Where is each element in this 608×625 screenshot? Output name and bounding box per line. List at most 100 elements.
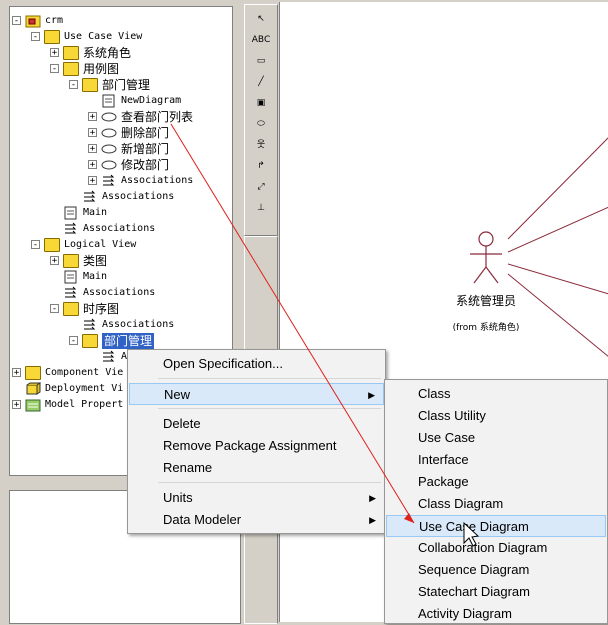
- tree-node[interactable]: Associations: [10, 189, 230, 205]
- association-line-1[interactable]: [507, 137, 608, 240]
- tree-node[interactable]: - Use Case View: [10, 29, 230, 45]
- tree-node[interactable]: Associations: [10, 285, 230, 301]
- tree-node-label[interactable]: Associations: [102, 317, 174, 333]
- menu-item[interactable]: Rename: [129, 457, 384, 479]
- use-case-tool[interactable]: ⬭: [250, 114, 272, 134]
- collapse-toggle[interactable]: -: [12, 16, 21, 26]
- tree-node[interactable]: Main: [10, 205, 230, 221]
- tree-node-label[interactable]: Associations: [102, 189, 174, 205]
- dependency-tool[interactable]: ⤢: [250, 177, 272, 197]
- tree-node[interactable]: + Associations: [10, 173, 230, 189]
- actor-icon[interactable]: [470, 231, 502, 284]
- menu-item[interactable]: Units ▶: [129, 487, 384, 509]
- tree-node-label[interactable]: 部门管理: [102, 333, 155, 349]
- tree-node-label[interactable]: 查看部门列表: [121, 109, 193, 125]
- actor-name-label[interactable]: 系统管理员: [444, 292, 528, 309]
- menu-item[interactable]: Statechart Diagram: [386, 581, 606, 603]
- collapse-toggle[interactable]: -: [31, 32, 40, 42]
- note-tool[interactable]: ▭: [250, 51, 272, 71]
- expand-toggle[interactable]: +: [50, 256, 59, 266]
- tree-node-label[interactable]: 系统角色: [83, 45, 131, 61]
- tree-node-label[interactable]: 时序图: [83, 301, 119, 317]
- tree-node-label[interactable]: 删除部门: [121, 125, 169, 141]
- menu-item[interactable]: Use Case Diagram: [386, 515, 606, 537]
- generalization-tool[interactable]: ⊥: [250, 198, 272, 218]
- menu-item[interactable]: Delete: [129, 413, 384, 435]
- tree-node-label[interactable]: Logical View: [64, 237, 136, 253]
- tree-node-label[interactable]: 部门管理: [102, 77, 150, 93]
- menu-item[interactable]: Open Specification...: [129, 353, 384, 375]
- actor-tool[interactable]: 웃: [250, 135, 272, 155]
- tree-node[interactable]: + 查看部门列表: [10, 109, 230, 125]
- menu-item[interactable]: Interface: [386, 449, 606, 471]
- tree-node-label[interactable]: 新增部门: [121, 141, 169, 157]
- expand-toggle[interactable]: +: [88, 112, 97, 122]
- tree-node[interactable]: NewDiagram: [10, 93, 230, 109]
- expand-toggle[interactable]: +: [88, 176, 97, 186]
- menu-item[interactable]: Collaboration Diagram: [386, 537, 606, 559]
- association-tool[interactable]: ↱: [250, 156, 272, 176]
- menu-item[interactable]: Data Modeler ▶: [129, 509, 384, 531]
- tree-node[interactable]: Main: [10, 269, 230, 285]
- tree-node-label[interactable]: Associations: [121, 173, 193, 189]
- expand-toggle[interactable]: +: [88, 128, 97, 138]
- tree-node-label[interactable]: Use Case View: [64, 29, 142, 45]
- menu-item[interactable]: Class Diagram: [386, 493, 606, 515]
- tree-node[interactable]: + 修改部门: [10, 157, 230, 173]
- tree-node[interactable]: - 时序图: [10, 301, 230, 317]
- menu-item-label: Activity Diagram: [418, 606, 512, 621]
- tree-node-label[interactable]: 类图: [83, 253, 107, 269]
- menu-item[interactable]: Use Case: [386, 427, 606, 449]
- menu-item[interactable]: Remove Package Assignment: [129, 435, 384, 457]
- associations-icon: [63, 222, 79, 236]
- menu-item[interactable]: Sequence Diagram: [386, 559, 606, 581]
- association-line-4[interactable]: [507, 273, 608, 357]
- menu-item[interactable]: Package: [386, 471, 606, 493]
- tree-node-label[interactable]: Model Propert: [45, 397, 123, 413]
- model-properties-icon: [25, 398, 41, 412]
- menu-item[interactable]: Class: [386, 383, 606, 405]
- tree-node-label[interactable]: Associations: [83, 285, 155, 301]
- tree-node-label[interactable]: Deployment Vi: [45, 381, 123, 397]
- anchor-note-tool[interactable]: ╱: [250, 72, 272, 92]
- expand-toggle[interactable]: +: [12, 400, 21, 410]
- collapse-toggle[interactable]: -: [69, 336, 78, 346]
- collapse-toggle[interactable]: -: [31, 240, 40, 250]
- tree-node[interactable]: - 用例图: [10, 61, 230, 77]
- tree-node-label[interactable]: NewDiagram: [121, 93, 181, 109]
- menu-item[interactable]: New ▶: [129, 383, 384, 405]
- expand-toggle[interactable]: +: [12, 368, 21, 378]
- tree-node[interactable]: + 新增部门: [10, 141, 230, 157]
- expand-toggle[interactable]: +: [88, 160, 97, 170]
- tree-node-label[interactable]: 用例图: [83, 61, 119, 77]
- tree-node-label[interactable]: Component Vie: [45, 365, 123, 381]
- expand-toggle[interactable]: +: [88, 144, 97, 154]
- collapse-toggle[interactable]: -: [69, 80, 78, 90]
- menu-item[interactable]: Class Utility: [386, 405, 606, 427]
- tree-node[interactable]: - 部门管理: [10, 77, 230, 93]
- folder-icon: [82, 334, 98, 348]
- tree-node[interactable]: + 删除部门: [10, 125, 230, 141]
- collapse-toggle[interactable]: -: [50, 304, 59, 314]
- tree-node[interactable]: - crm: [10, 13, 230, 29]
- tree-node-label[interactable]: 修改部门: [121, 157, 169, 173]
- tree-node-label[interactable]: Associations: [83, 221, 155, 237]
- tree-node[interactable]: Associations: [10, 317, 230, 333]
- expand-toggle[interactable]: +: [50, 48, 59, 58]
- tree-node-label[interactable]: Main: [83, 205, 107, 221]
- package-tool[interactable]: ▣: [250, 93, 272, 113]
- selection-arrow-tool[interactable]: ↖: [250, 9, 272, 29]
- menu-item-label: Class: [418, 386, 451, 401]
- association-line-3[interactable]: [507, 263, 608, 295]
- tree-node[interactable]: Associations: [10, 221, 230, 237]
- tree-node-label[interactable]: crm: [45, 13, 63, 29]
- tree-node[interactable]: + 类图: [10, 253, 230, 269]
- text-box-tool[interactable]: ABC: [250, 30, 272, 50]
- collapse-toggle[interactable]: -: [50, 64, 59, 74]
- association-line-2[interactable]: [507, 206, 608, 253]
- tree-node[interactable]: - 部门管理: [10, 333, 230, 349]
- tree-node[interactable]: - Logical View: [10, 237, 230, 253]
- tree-node-label[interactable]: Main: [83, 269, 107, 285]
- menu-item-label: Rename: [163, 460, 213, 475]
- tree-node[interactable]: + 系统角色: [10, 45, 230, 61]
